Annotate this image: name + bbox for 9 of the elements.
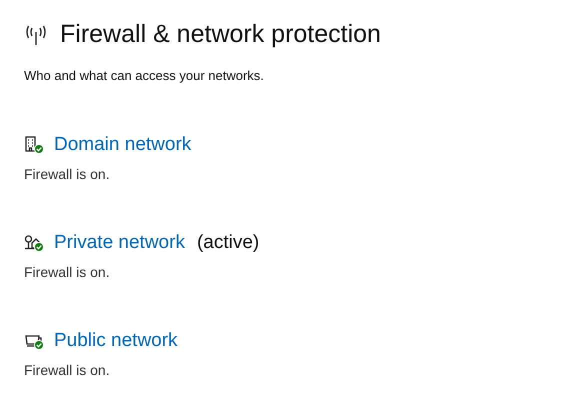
page-title: Firewall & network protection <box>60 20 381 49</box>
firewall-status: Firewall is on. <box>24 166 111 182</box>
firewall-status: Firewall is on. <box>24 362 111 378</box>
firewall-status: Firewall is on. <box>24 264 111 280</box>
network-link[interactable]: Private network <box>54 232 185 254</box>
page-subtitle: Who and what can access your networks. <box>24 68 265 83</box>
active-label: (active) <box>196 232 260 254</box>
network-link[interactable]: Public network <box>54 330 178 352</box>
network-link[interactable]: Domain network <box>54 134 192 156</box>
